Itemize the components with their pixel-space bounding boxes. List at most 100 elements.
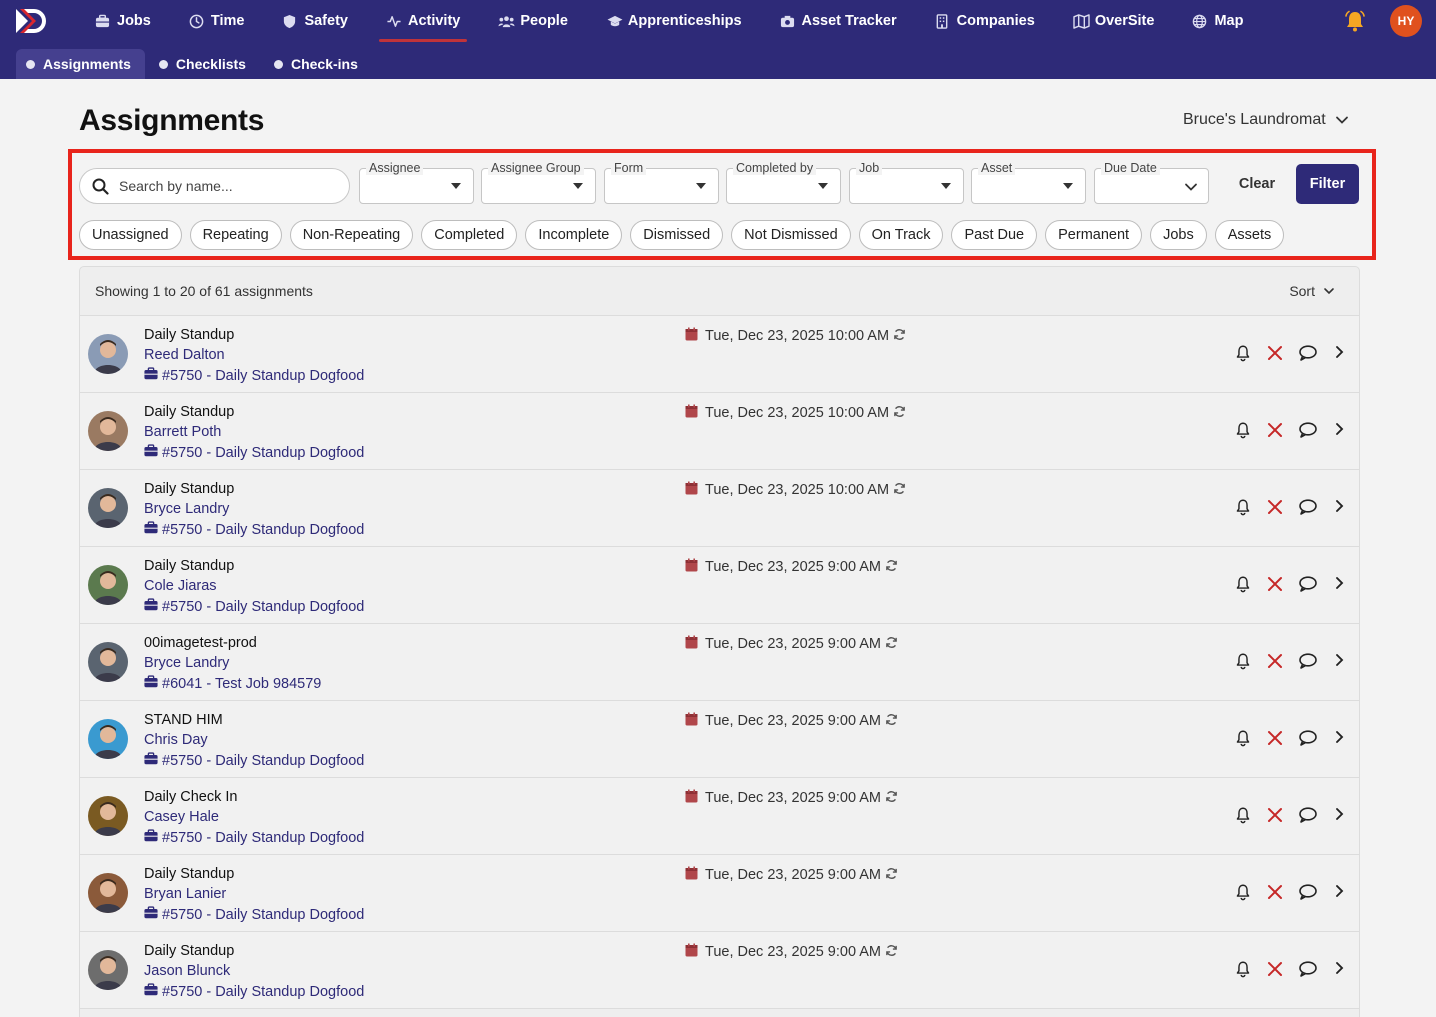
dismiss-x-icon[interactable] (1266, 498, 1286, 518)
filter-chip-permanent[interactable]: Permanent (1045, 220, 1143, 250)
remind-bell-icon[interactable] (1234, 421, 1254, 441)
dismiss-x-icon[interactable] (1266, 421, 1286, 441)
chevron-right-icon[interactable] (1332, 960, 1352, 980)
nav-item-asset-tracker[interactable]: Asset Tracker (761, 0, 916, 42)
sort-button[interactable]: Sort (1289, 283, 1335, 299)
app-logo-icon[interactable] (14, 7, 50, 35)
nav-item-safety[interactable]: Safety (263, 0, 367, 42)
comment-icon[interactable] (1298, 575, 1318, 595)
chevron-right-icon[interactable] (1332, 421, 1352, 441)
notification-bell-icon[interactable] (1343, 9, 1367, 33)
assignee-link[interactable]: Bryan Lanier (144, 886, 226, 902)
dismiss-x-icon[interactable] (1266, 883, 1286, 903)
table-row[interactable]: Daily Standup Bryan Lanier #5750 - Daily S… (80, 855, 1359, 932)
dismiss-x-icon[interactable] (1266, 575, 1286, 595)
remind-bell-icon[interactable] (1234, 883, 1254, 903)
remind-bell-icon[interactable] (1234, 729, 1254, 749)
job-link[interactable]: #5750 - Daily Standup Dogfood (144, 829, 364, 846)
table-row[interactable]: Daily Standup Reed Dalton #5750 - Daily St… (80, 316, 1359, 393)
chevron-right-icon[interactable] (1332, 729, 1352, 749)
filter-chip-jobs[interactable]: Jobs (1150, 220, 1207, 250)
job-dropdown[interactable]: Job (849, 161, 964, 204)
filter-chip-completed[interactable]: Completed (421, 220, 518, 250)
filter-chip-on-track[interactable]: On Track (858, 220, 944, 250)
comment-icon[interactable] (1298, 883, 1318, 903)
nav-item-time[interactable]: Time (170, 0, 264, 42)
job-link[interactable]: #5750 - Daily Standup Dogfood (144, 444, 364, 461)
comment-icon[interactable] (1298, 421, 1318, 441)
company-selector[interactable]: Bruce's Laundromat (1183, 111, 1349, 129)
job-link[interactable]: #5750 - Daily Standup Dogfood (144, 983, 364, 1000)
dismiss-x-icon[interactable] (1266, 960, 1286, 980)
due-date-dropdown[interactable]: Due Date (1094, 161, 1209, 204)
subnav-tab-checklists[interactable]: Checklists (149, 49, 260, 79)
assignee-link[interactable]: Bryce Landry (144, 501, 229, 517)
assignee-link[interactable]: Casey Hale (144, 809, 219, 825)
filter-chip-past-due[interactable]: Past Due (951, 220, 1038, 250)
nav-item-apprenticeships[interactable]: Apprenticeships (587, 0, 761, 42)
remind-bell-icon[interactable] (1234, 498, 1254, 518)
nav-item-jobs[interactable]: Jobs (76, 0, 170, 42)
table-row[interactable]: Daily Standup Jason Blunck #5750 - Daily S… (80, 932, 1359, 1009)
user-avatar[interactable]: HY (1390, 5, 1422, 37)
comment-icon[interactable] (1298, 729, 1318, 749)
nav-item-activity[interactable]: Activity (367, 0, 479, 42)
search-field[interactable] (79, 168, 350, 204)
nav-item-map[interactable]: Map (1173, 0, 1262, 42)
subnav-tab-check-ins[interactable]: Check-ins (264, 49, 372, 79)
dismiss-x-icon[interactable] (1266, 729, 1286, 749)
assignee-link[interactable]: Barrett Poth (144, 424, 221, 440)
table-row[interactable]: Daily Standup Bryce Landry #5750 - Daily S… (80, 470, 1359, 547)
filter-chip-incomplete[interactable]: Incomplete (525, 220, 623, 250)
clear-button[interactable]: Clear (1226, 164, 1288, 204)
job-link[interactable]: #5750 - Daily Standup Dogfood (144, 521, 364, 538)
nav-item-people[interactable]: People (479, 0, 587, 42)
job-link[interactable]: #5750 - Daily Standup Dogfood (144, 598, 364, 615)
assignee-link[interactable]: Reed Dalton (144, 347, 225, 363)
job-link[interactable]: #5750 - Daily Standup Dogfood (144, 752, 364, 769)
job-link[interactable]: #5750 - Daily Standup Dogfood (144, 906, 364, 923)
remind-bell-icon[interactable] (1234, 575, 1254, 595)
completed-by-dropdown[interactable]: Completed by (726, 161, 841, 204)
comment-icon[interactable] (1298, 652, 1318, 672)
table-row[interactable]: 00imagetest-prod Bryce Landry #6041 - Test… (80, 624, 1359, 701)
assignee-link[interactable]: Chris Day (144, 732, 208, 748)
nav-item-oversite[interactable]: OverSite (1054, 0, 1174, 42)
chevron-right-icon[interactable] (1332, 498, 1352, 518)
filter-chip-assets[interactable]: Assets (1214, 220, 1285, 250)
nav-item-companies[interactable]: Companies (916, 0, 1054, 42)
filter-button[interactable]: Filter (1296, 164, 1359, 204)
chevron-right-icon[interactable] (1332, 806, 1352, 826)
job-link[interactable]: #5750 - Daily Standup Dogfood (144, 367, 364, 384)
assignee-link[interactable]: Bryce Landry (144, 655, 229, 671)
chevron-right-icon[interactable] (1332, 652, 1352, 672)
form-dropdown[interactable]: Form (604, 161, 719, 204)
subnav-tab-assignments[interactable]: Assignments (16, 49, 145, 79)
filter-chip-non-repeating[interactable]: Non-Repeating (289, 220, 414, 250)
assignee-group-dropdown[interactable]: Assignee Group (481, 161, 596, 204)
comment-icon[interactable] (1298, 344, 1318, 364)
remind-bell-icon[interactable] (1234, 806, 1254, 826)
dismiss-x-icon[interactable] (1266, 652, 1286, 672)
comment-icon[interactable] (1298, 498, 1318, 518)
chevron-right-icon[interactable] (1332, 575, 1352, 595)
filter-chip-repeating[interactable]: Repeating (189, 220, 282, 250)
asset-dropdown[interactable]: Asset (971, 161, 1086, 204)
comment-icon[interactable] (1298, 960, 1318, 980)
filter-chip-not-dismissed[interactable]: Not Dismissed (731, 220, 851, 250)
table-row[interactable]: STAND HIM Chris Day #5750 - Daily Standup … (80, 701, 1359, 778)
filter-chip-dismissed[interactable]: Dismissed (630, 220, 724, 250)
dismiss-x-icon[interactable] (1266, 806, 1286, 826)
remind-bell-icon[interactable] (1234, 652, 1254, 672)
job-link[interactable]: #6041 - Test Job 984579 (144, 675, 321, 692)
chevron-right-icon[interactable] (1332, 883, 1352, 903)
table-row[interactable]: Daily Standup Cole Jiaras #5750 - Daily St… (80, 547, 1359, 624)
chevron-right-icon[interactable] (1332, 344, 1352, 364)
table-row[interactable]: Daily Standup Barrett Poth #5750 - Daily S… (80, 393, 1359, 470)
search-input[interactable] (119, 178, 334, 194)
assignee-link[interactable]: Cole Jiaras (144, 578, 217, 594)
assignee-dropdown[interactable]: Assignee (359, 161, 474, 204)
remind-bell-icon[interactable] (1234, 960, 1254, 980)
table-row[interactable]: Daily Check In Casey Hale #5750 - Daily St… (80, 778, 1359, 855)
remind-bell-icon[interactable] (1234, 344, 1254, 364)
